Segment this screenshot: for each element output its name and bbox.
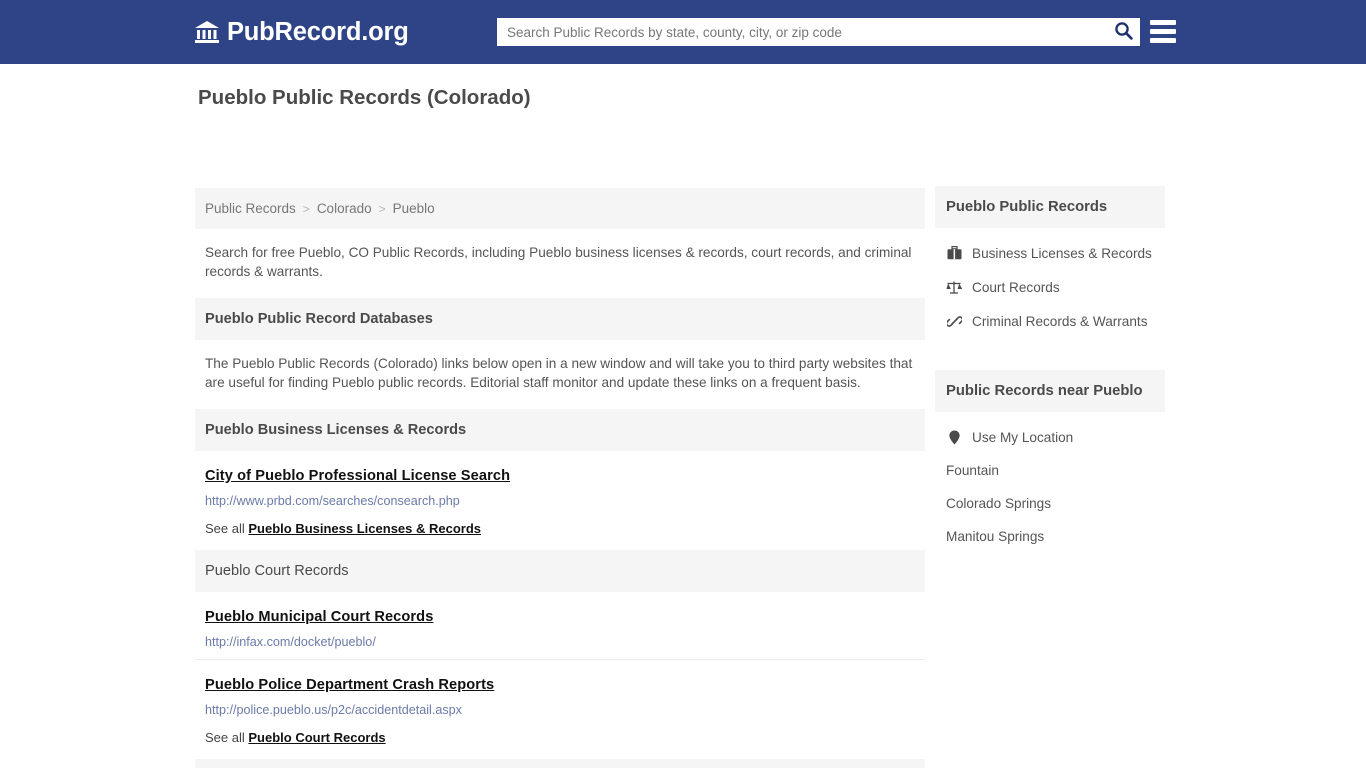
section-heading-business-licenses: Pueblo Business Licenses & Records bbox=[195, 408, 925, 451]
sidebar-item-label: Colorado Springs bbox=[946, 496, 1052, 511]
intro-paragraph: Search for free Pueblo, CO Public Record… bbox=[205, 245, 912, 280]
search-bar bbox=[497, 18, 1140, 46]
sidebar-item-label: Business Licenses & Records bbox=[972, 245, 1152, 261]
sidebar-item-label: Manitou Springs bbox=[946, 529, 1045, 544]
see-all-prefix: See all bbox=[205, 729, 245, 745]
section-heading-criminal-records: Pueblo Criminal Records & Warrants bbox=[195, 758, 925, 768]
site-brand-name: PubRecord.org bbox=[227, 17, 409, 46]
record-link-title[interactable]: Pueblo Municipal Court Records bbox=[205, 609, 433, 625]
sidebar-item-label: Court Records bbox=[972, 279, 1060, 295]
see-all-row: See all Pueblo Business Licenses & Recor… bbox=[205, 521, 915, 536]
sidebar-item-label: Use My Location bbox=[972, 429, 1074, 445]
sidebar-item-court-records[interactable]: Court Records bbox=[935, 270, 1165, 304]
see-all-link[interactable]: Pueblo Court Records bbox=[248, 730, 385, 745]
record-link-title[interactable]: City of Pueblo Professional License Sear… bbox=[205, 468, 510, 484]
sidebar-list-records: Business Licenses & Records Court Record… bbox=[935, 228, 1165, 344]
sidebar-item-business-licenses[interactable]: Business Licenses & Records bbox=[935, 236, 1165, 270]
see-all-row: See all Pueblo Court Records bbox=[205, 730, 915, 745]
record-link-url[interactable]: http://infax.com/docket/pueblo/ bbox=[205, 635, 915, 649]
record-entry: Pueblo Police Department Crash Reports h… bbox=[195, 658, 925, 755]
record-link-title[interactable]: Pueblo Police Department Crash Reports bbox=[205, 677, 494, 693]
sidebar-item-fountain[interactable]: Fountain bbox=[935, 454, 1165, 487]
sidebar-item-colorado-springs[interactable]: Colorado Springs bbox=[935, 487, 1165, 520]
search-icon bbox=[1114, 21, 1133, 43]
record-link-url[interactable]: http://www.prbd.com/searches/consearch.p… bbox=[205, 494, 915, 508]
breadcrumb-item-public-records[interactable]: Public Records bbox=[205, 201, 296, 216]
breadcrumb-separator: > bbox=[378, 201, 386, 216]
briefcase-icon bbox=[946, 245, 962, 261]
sidebar-item-label: Criminal Records & Warrants bbox=[972, 313, 1148, 329]
search-input[interactable] bbox=[497, 18, 1106, 46]
sidebar: Pueblo Public Records Business Licenses … bbox=[935, 186, 1165, 559]
see-all-link[interactable]: Pueblo Business Licenses & Records bbox=[248, 521, 481, 536]
chain-link-icon bbox=[946, 313, 962, 329]
hamburger-menu-icon[interactable] bbox=[1150, 18, 1176, 45]
see-all-prefix: See all bbox=[205, 520, 245, 536]
databases-paragraph: The Pueblo Public Records (Colorado) lin… bbox=[205, 355, 913, 391]
bank-building-icon bbox=[194, 20, 220, 44]
breadcrumb: Public Records > Colorado > Pueblo bbox=[195, 188, 925, 229]
sidebar-heading-public-records-near: Public Records near Pueblo bbox=[935, 370, 1165, 412]
scales-of-justice-icon bbox=[946, 279, 962, 295]
search-button[interactable] bbox=[1106, 18, 1140, 46]
record-entry: Pueblo Municipal Court Records http://in… bbox=[195, 592, 925, 659]
site-header: PubRecord.org bbox=[0, 0, 1366, 64]
sidebar-item-manitou-springs[interactable]: Manitou Springs bbox=[935, 520, 1165, 553]
sidebar-item-label: Fountain bbox=[946, 463, 999, 478]
breadcrumb-item-colorado[interactable]: Colorado bbox=[317, 201, 372, 216]
sidebar-item-criminal-records[interactable]: Criminal Records & Warrants bbox=[935, 304, 1165, 338]
site-logo-link[interactable]: PubRecord.org bbox=[194, 18, 409, 47]
sidebar-list-nearby: Use My Location Fountain Colorado Spring… bbox=[935, 412, 1165, 559]
sidebar-item-use-my-location[interactable]: Use My Location bbox=[935, 420, 1165, 454]
sidebar-heading-pueblo-public-records: Pueblo Public Records bbox=[935, 186, 1165, 228]
sidebar-group-near: Public Records near Pueblo Use My Locati… bbox=[935, 370, 1165, 559]
record-link-url[interactable]: http://police.pueblo.us/p2c/accidentdeta… bbox=[205, 703, 915, 717]
map-pin-icon bbox=[946, 429, 962, 445]
breadcrumb-item-pueblo[interactable]: Pueblo bbox=[393, 201, 435, 216]
breadcrumb-separator: > bbox=[302, 201, 310, 216]
section-heading-databases: Pueblo Public Record Databases bbox=[195, 297, 925, 340]
page-title: Pueblo Public Records (Colorado) bbox=[198, 86, 531, 109]
main-content: Public Records > Colorado > Pueblo Searc… bbox=[195, 188, 925, 768]
section-heading-court-records: Pueblo Court Records bbox=[195, 549, 925, 592]
record-entry: City of Pueblo Professional License Sear… bbox=[195, 451, 925, 546]
